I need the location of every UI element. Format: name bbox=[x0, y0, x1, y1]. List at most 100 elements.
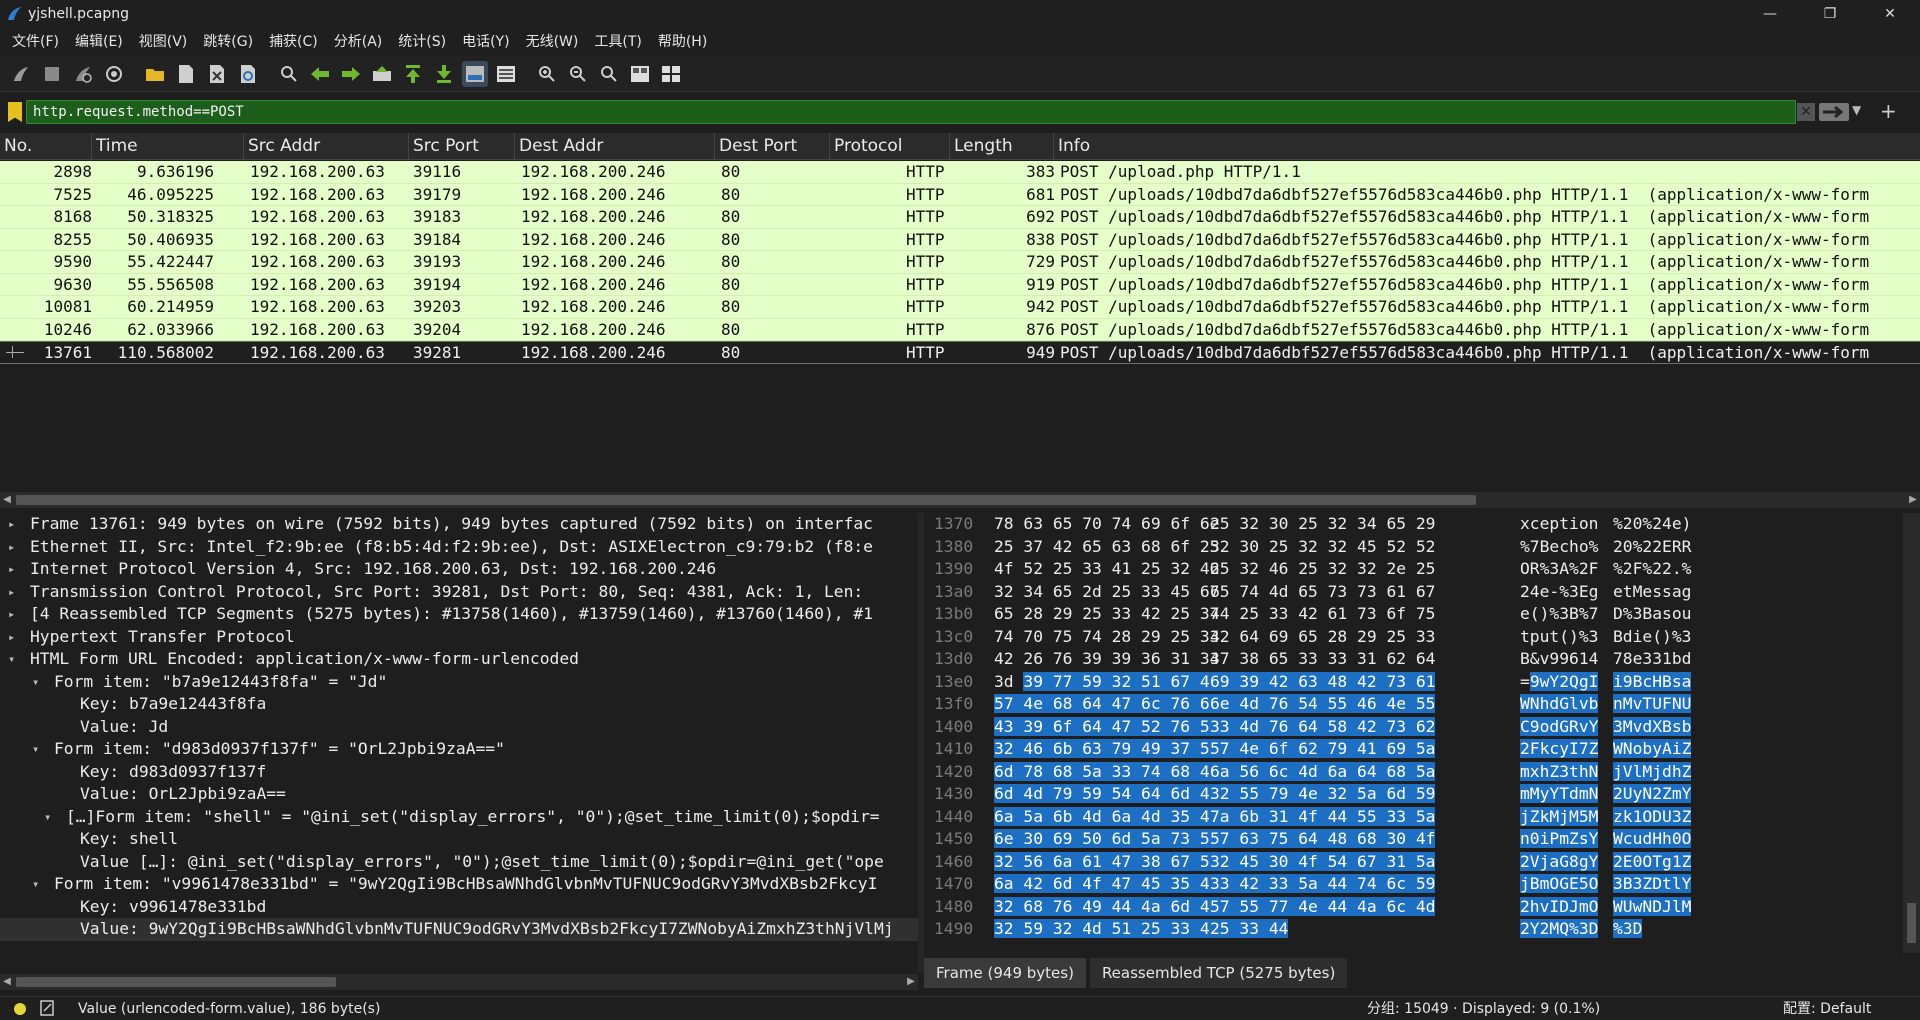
packet-row[interactable]: 2898 9.636196 192.168.200.63 39116 192.168.2… bbox=[0, 161, 1920, 184]
maximize-button[interactable]: ❐ bbox=[1800, 0, 1860, 28]
zoom-out-icon[interactable] bbox=[565, 61, 591, 87]
packet-row[interactable]: 7525 46.095225 192.168.200.63 39179 192.168.… bbox=[0, 183, 1920, 206]
display-filter-input[interactable]: http.request.method==POST bbox=[26, 100, 1796, 124]
detail-tree-item[interactable]: Key: d983d0937f137f bbox=[0, 761, 918, 784]
resize-columns-icon[interactable] bbox=[627, 61, 653, 87]
menu-capture[interactable]: 捕获(C) bbox=[261, 31, 326, 51]
capture-comment-edit-icon[interactable] bbox=[40, 1000, 54, 1016]
column-header-no[interactable]: No. bbox=[0, 133, 92, 160]
packet-row[interactable]: 8255 50.406935 192.168.200.63 39184 192.168.… bbox=[0, 228, 1920, 251]
status-profile[interactable]: 配置: Default bbox=[1783, 997, 1871, 1020]
details-horizontal-scrollbar[interactable]: ◀ ▶ bbox=[0, 974, 918, 990]
detail-tree-item[interactable]: ▾ Form item: "v9961478e331bd" = "9wY2QgIi… bbox=[0, 873, 918, 896]
column-header-dest-addr[interactable]: Dest Addr bbox=[515, 133, 715, 160]
expand-arrow-right-icon[interactable]: ▸ bbox=[8, 626, 15, 649]
minimize-button[interactable]: — bbox=[1740, 0, 1800, 28]
zoom-reset-icon[interactable] bbox=[596, 61, 622, 87]
hex-dump-line[interactable]: 13b0 65 28 29 25 33 42 25 37 44 25 33 42 6… bbox=[924, 603, 1902, 626]
menu-statistics[interactable]: 统计(S) bbox=[390, 31, 454, 51]
scroll-left-arrow-icon[interactable]: ◀ bbox=[0, 974, 14, 990]
hex-dump-line[interactable]: 1420 6d 78 68 5a 33 74 68 4e 6a 56 6c 4d 6… bbox=[924, 761, 1902, 784]
shark-fin-start-icon[interactable] bbox=[8, 61, 34, 87]
menu-telephony[interactable]: 电话(Y) bbox=[454, 31, 517, 51]
hex-dump-line[interactable]: 1390 4f 52 25 33 41 25 32 46 25 32 46 25 3… bbox=[924, 558, 1902, 581]
detail-tree-item[interactable]: ▸ Transmission Control Protocol, Src Port… bbox=[0, 581, 918, 604]
menu-help[interactable]: 帮助(H) bbox=[650, 31, 715, 51]
menu-wireless[interactable]: 无线(W) bbox=[518, 31, 587, 51]
clear-filter-icon[interactable]: ✕ bbox=[1797, 103, 1815, 121]
column-header-dest-port[interactable]: Dest Port bbox=[715, 133, 830, 160]
expand-arrow-right-icon[interactable]: ▸ bbox=[8, 603, 15, 626]
hex-dump-line[interactable]: 1410 32 46 6b 63 79 49 37 5a 57 4e 6f 62 7… bbox=[924, 738, 1902, 761]
scrollbar-thumb[interactable] bbox=[1907, 903, 1916, 943]
hex-dump-line[interactable]: 1460 32 56 6a 61 47 38 67 59 32 45 30 4f 5… bbox=[924, 851, 1902, 874]
find-icon[interactable] bbox=[276, 61, 302, 87]
packet-row[interactable]: 9590 55.422447 192.168.200.63 39193 192.168.… bbox=[0, 251, 1920, 274]
detail-tree-item[interactable]: ▸ Ethernet II, Src: Intel_f2:9b:ee (f8:b5… bbox=[0, 536, 918, 559]
scroll-right-arrow-icon[interactable]: ▶ bbox=[904, 974, 918, 990]
capture-options-gear-icon[interactable] bbox=[101, 61, 127, 87]
open-folder-icon[interactable] bbox=[142, 61, 168, 87]
hex-dump-line[interactable]: 1470 6a 42 6d 4f 47 45 35 4f 33 42 33 5a 4… bbox=[924, 873, 1902, 896]
expand-arrow-down-icon[interactable]: ▾ bbox=[32, 671, 39, 694]
stop-square-icon[interactable] bbox=[39, 61, 65, 87]
last-packet-icon[interactable] bbox=[431, 61, 457, 87]
save-file-icon[interactable] bbox=[173, 61, 199, 87]
close-button[interactable]: ✕ bbox=[1860, 0, 1920, 28]
tab-reassembled-tcp[interactable]: Reassembled TCP (5275 bytes) bbox=[1089, 958, 1348, 988]
hex-dump-line[interactable]: 13e0 3d 39 77 59 32 51 67 49 69 39 42 63 4… bbox=[924, 671, 1902, 694]
hex-dump-line[interactable]: 13a0 32 34 65 2d 25 33 45 67 65 74 4d 65 7… bbox=[924, 581, 1902, 604]
packet-row[interactable]: 9630 55.556508 192.168.200.63 39194 192.168.… bbox=[0, 273, 1920, 296]
layout-icon[interactable] bbox=[658, 61, 684, 87]
expand-arrow-down-icon[interactable]: ▾ bbox=[44, 806, 51, 829]
bytes-vertical-scrollbar[interactable] bbox=[1903, 513, 1920, 953]
detail-tree-item[interactable]: ▸ [4 Reassembled TCP Segments (5275 bytes… bbox=[0, 603, 918, 626]
detail-tree-item[interactable]: Value: 9wY2QgIi9BcHBsaWNhdGlvbnMvTUFNUC9… bbox=[0, 918, 918, 941]
detail-tree-item[interactable]: ▾ Form item: "d983d0937f137f" = "OrL2Jpbi… bbox=[0, 738, 918, 761]
add-filter-button[interactable]: + bbox=[1880, 99, 1897, 123]
detail-tree-item[interactable]: Key: shell bbox=[0, 828, 918, 851]
detail-tree-item[interactable]: ▾ HTML Form URL Encoded: application/x-ww… bbox=[0, 648, 918, 671]
scroll-left-arrow-icon[interactable]: ◀ bbox=[0, 492, 14, 508]
zoom-in-icon[interactable] bbox=[534, 61, 560, 87]
first-packet-icon[interactable] bbox=[400, 61, 426, 87]
packet-list-horizontal-scrollbar[interactable]: ◀ ▶ bbox=[0, 492, 1920, 508]
menu-edit[interactable]: 编辑(E) bbox=[67, 31, 131, 51]
filter-history-dropdown-icon[interactable]: ▼ bbox=[1852, 103, 1861, 117]
expand-arrow-right-icon[interactable]: ▸ bbox=[8, 536, 15, 559]
packet-row[interactable]: 8168 50.318325 192.168.200.63 39183 192.168.… bbox=[0, 206, 1920, 229]
menu-tools[interactable]: 工具(T) bbox=[586, 31, 649, 51]
column-header-time[interactable]: Time bbox=[92, 133, 244, 160]
hex-dump-line[interactable]: 1450 6e 30 69 50 6d 5a 73 59 57 63 75 64 4… bbox=[924, 828, 1902, 851]
expand-arrow-right-icon[interactable]: ▸ bbox=[8, 581, 15, 604]
packet-row[interactable]: 10246 62.033966 192.168.200.63 39204 192.168… bbox=[0, 318, 1920, 341]
hex-dump-line[interactable]: 1370 78 63 65 70 74 69 6f 6e 25 32 30 25 3… bbox=[924, 513, 1902, 536]
hex-dump-line[interactable]: 13d0 42 26 76 39 39 36 31 34 37 38 65 33 3… bbox=[924, 648, 1902, 671]
detail-tree-item[interactable]: ▸ Hypertext Transfer Protocol bbox=[0, 626, 918, 649]
close-file-icon[interactable] bbox=[204, 61, 230, 87]
detail-tree-item[interactable]: Value: Jd bbox=[0, 716, 918, 739]
column-header-length[interactable]: Length bbox=[950, 133, 1054, 160]
menu-view[interactable]: 视图(V) bbox=[131, 31, 196, 51]
reload-icon[interactable] bbox=[235, 61, 261, 87]
menu-file[interactable]: 文件(F) bbox=[4, 31, 67, 51]
detail-tree-item[interactable]: ▾ Form item: "b7a9e12443f8fa" = "Jd" bbox=[0, 671, 918, 694]
packet-row[interactable]: 10081 60.214959 192.168.200.63 39203 192.168… bbox=[0, 296, 1920, 319]
expand-arrow-down-icon[interactable]: ▾ bbox=[32, 873, 39, 896]
go-to-packet-icon[interactable] bbox=[369, 61, 395, 87]
detail-tree-item[interactable]: Value […]: @ini_set("display_errors", "0… bbox=[0, 851, 918, 874]
expert-info-indicator-icon[interactable] bbox=[14, 1003, 26, 1015]
detail-tree-item[interactable]: ▸ Frame 13761: 949 bytes on wire (7592 bi… bbox=[0, 513, 918, 536]
detail-tree-item[interactable]: Value: OrL2Jpbi9zaA== bbox=[0, 783, 918, 806]
menu-go[interactable]: 跳转(G) bbox=[195, 31, 261, 51]
tab-frame-bytes[interactable]: Frame (949 bytes) bbox=[924, 958, 1086, 988]
hex-dump-line[interactable]: 1480 32 68 76 49 44 4a 6d 4f 57 55 77 4e 4… bbox=[924, 896, 1902, 919]
expand-arrow-right-icon[interactable]: ▸ bbox=[8, 558, 15, 581]
column-header-src-addr[interactable]: Src Addr bbox=[244, 133, 409, 160]
expand-arrow-down-icon[interactable]: ▾ bbox=[32, 738, 39, 761]
menu-analyze[interactable]: 分析(A) bbox=[326, 31, 391, 51]
hex-dump-line[interactable]: 1490 32 59 32 4d 51 25 33 44 25 33 44 2Y2MQ… bbox=[924, 918, 1902, 941]
expand-arrow-down-icon[interactable]: ▾ bbox=[8, 648, 15, 671]
hex-dump-line[interactable]: 1440 6a 5a 6b 4d 6a 4d 35 4d 7a 6b 31 4f 4… bbox=[924, 806, 1902, 829]
restart-fin-icon[interactable] bbox=[70, 61, 96, 87]
